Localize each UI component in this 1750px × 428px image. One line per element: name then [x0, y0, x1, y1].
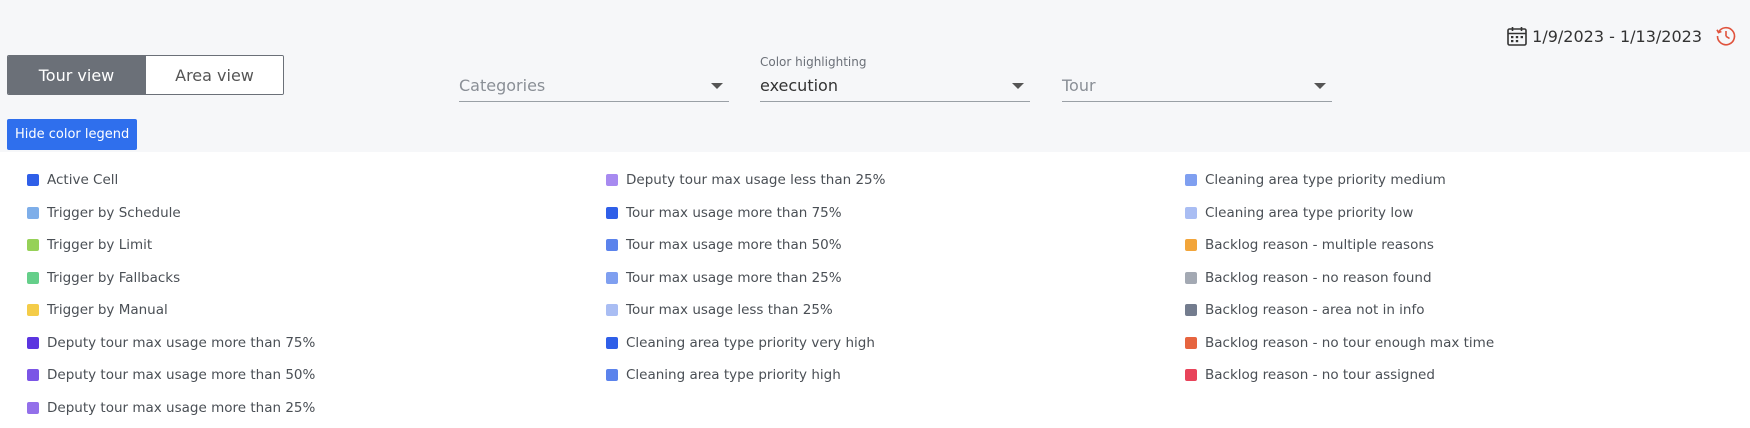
legend-label: Cleaning area type priority low	[1205, 204, 1414, 221]
toolbar-area: Tour view Area view Categories Color hig…	[0, 0, 1750, 152]
legend-item: Tour max usage less than 25%	[606, 294, 885, 327]
legend-label: Active Cell	[47, 172, 119, 189]
legend-column-3: Cleaning area type priority medium Cleani…	[1185, 164, 1494, 392]
legend-label: Deputy tour max usage more than 50%	[47, 367, 316, 384]
legend-item: Tour max usage more than 75%	[606, 197, 885, 230]
tour-select[interactable]: Tour	[1062, 52, 1332, 102]
legend-item: Deputy tour max usage more than 25%	[27, 392, 315, 425]
legend-item: Cleaning area type priority high	[606, 359, 885, 392]
calendar-icon[interactable]	[1506, 25, 1528, 47]
hide-color-legend-button[interactable]: Hide color legend	[7, 119, 138, 150]
legend-label: Tour max usage more than 75%	[626, 204, 842, 221]
legend-label: Trigger by Fallbacks	[47, 269, 181, 286]
legend-item: Trigger by Schedule	[27, 197, 315, 230]
legend-swatch	[27, 336, 39, 349]
legend-label: Backlog reason - multiple reasons	[1205, 237, 1434, 254]
legend-swatch	[27, 304, 39, 317]
legend-item: Deputy tour max usage more than 50%	[27, 359, 315, 392]
legend-swatch	[27, 401, 39, 414]
legend-label: Deputy tour max usage more than 75%	[47, 334, 316, 351]
legend-swatch	[27, 271, 39, 284]
legend-item: Backlog reason - no tour enough max time	[1185, 327, 1494, 360]
legend-swatch	[27, 239, 39, 252]
legend-item: Backlog reason - area not in info	[1185, 294, 1494, 327]
legend-swatch	[1185, 206, 1197, 219]
legend-swatch	[606, 174, 618, 187]
legend-label: Trigger by Limit	[47, 237, 153, 254]
color-legend-panel: Active Cell Trigger by Schedule Trigger by…	[0, 152, 1750, 428]
date-range-picker[interactable]: 1/9/2023 - 1/13/2023	[1506, 24, 1738, 48]
chevron-down-icon	[1314, 83, 1326, 89]
legend-swatch	[606, 304, 618, 317]
legend-item: Trigger by Manual	[27, 294, 315, 327]
view-toggle: Tour view Area view	[7, 55, 284, 95]
legend-swatch	[606, 206, 618, 219]
categories-value: Categories	[459, 76, 546, 95]
legend-label: Tour max usage more than 50%	[626, 237, 842, 254]
legend-swatch	[606, 336, 618, 349]
clock-history-icon[interactable]	[1714, 24, 1738, 48]
area-view-button[interactable]: Area view	[145, 56, 283, 94]
chevron-down-icon	[711, 83, 723, 89]
legend-item: Cleaning area type priority very high	[606, 327, 885, 360]
legend-column-1: Active Cell Trigger by Schedule Trigger by…	[27, 164, 315, 424]
legend-swatch	[1185, 336, 1197, 349]
legend-swatch	[27, 369, 39, 382]
legend-label: Backlog reason - no tour enough max time	[1205, 334, 1495, 351]
legend-item: Trigger by Fallbacks	[27, 262, 315, 295]
legend-item: Cleaning area type priority medium	[1185, 164, 1494, 197]
legend-label: Cleaning area type priority high	[626, 367, 841, 384]
categories-select[interactable]: Categories	[459, 52, 729, 102]
legend-label: Backlog reason - no tour assigned	[1205, 367, 1435, 384]
legend-label: Backlog reason - area not in info	[1205, 302, 1425, 319]
legend-label: Trigger by Manual	[47, 302, 168, 319]
legend-item: Trigger by Limit	[27, 229, 315, 262]
chevron-down-icon	[1012, 83, 1024, 89]
legend-swatch	[606, 239, 618, 252]
legend-swatch	[606, 369, 618, 382]
tour-view-button[interactable]: Tour view	[8, 56, 145, 94]
legend-item: Active Cell	[27, 164, 315, 197]
legend-label: Deputy tour max usage more than 25%	[47, 399, 316, 416]
legend-label: Cleaning area type priority medium	[1205, 172, 1446, 189]
legend-item: Deputy tour max usage more than 75%	[27, 327, 315, 360]
legend-label: Tour max usage less than 25%	[626, 302, 833, 319]
legend-swatch	[1185, 239, 1197, 252]
legend-label: Trigger by Schedule	[47, 204, 181, 221]
legend-label: Cleaning area type priority very high	[626, 334, 875, 351]
legend-item: Tour max usage more than 50%	[606, 229, 885, 262]
legend-label: Backlog reason - no reason found	[1205, 269, 1432, 286]
color-highlighting-value: execution	[760, 76, 838, 95]
color-highlighting-label: Color highlighting	[760, 55, 867, 69]
legend-swatch	[27, 174, 39, 187]
legend-swatch	[1185, 369, 1197, 382]
legend-column-2: Deputy tour max usage less than 25% Tour …	[606, 164, 885, 392]
legend-swatch	[27, 206, 39, 219]
legend-label: Tour max usage more than 25%	[626, 269, 842, 286]
legend-item: Backlog reason - no reason found	[1185, 262, 1494, 295]
legend-swatch	[1185, 304, 1197, 317]
legend-label: Deputy tour max usage less than 25%	[626, 172, 886, 189]
color-highlighting-select[interactable]: Color highlighting execution	[760, 52, 1030, 102]
date-range-text[interactable]: 1/9/2023 - 1/13/2023	[1532, 27, 1702, 46]
legend-item: Tour max usage more than 25%	[606, 262, 885, 295]
legend-item: Backlog reason - no tour assigned	[1185, 359, 1494, 392]
legend-swatch	[606, 271, 618, 284]
legend-swatch	[1185, 174, 1197, 187]
legend-item: Deputy tour max usage less than 25%	[606, 164, 885, 197]
legend-item: Backlog reason - multiple reasons	[1185, 229, 1494, 262]
tour-value: Tour	[1062, 76, 1096, 95]
legend-swatch	[1185, 271, 1197, 284]
legend-item: Cleaning area type priority low	[1185, 197, 1494, 230]
